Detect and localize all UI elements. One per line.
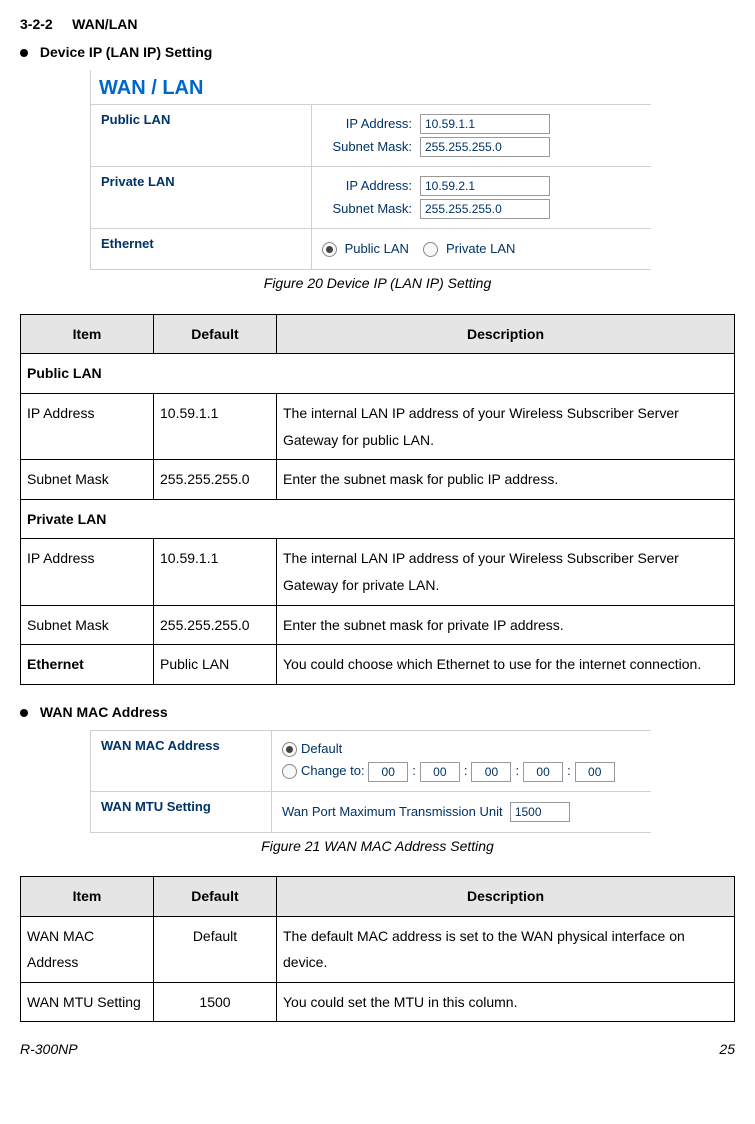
cell-desc: You could set the MTU in this column. [277, 982, 735, 1022]
panel-fields-wan-mac: Default Change to: : : : : [272, 731, 651, 790]
cell-item: Subnet Mask [21, 605, 154, 645]
cell-default: 255.255.255.0 [154, 605, 277, 645]
row-private-lan-header: Private LAN [21, 499, 735, 539]
page-footer: R-300NP 25 [20, 1040, 735, 1060]
panel-row-wan-mac: WAN MAC Address Default Change to: : : :… [91, 730, 651, 790]
panel-fields-ethernet: Public LAN Private LAN [312, 234, 651, 264]
radio-mac-default-label: Default [301, 740, 342, 758]
mtu-text: Wan Port Maximum Transmission Unit [282, 804, 503, 819]
public-lan-ip-input[interactable] [420, 114, 550, 134]
bullet-label: Device IP (LAN IP) Setting [40, 44, 212, 60]
th-description: Description [277, 877, 735, 917]
th-description: Description [277, 314, 735, 354]
mac-2[interactable] [471, 762, 511, 782]
private-lan-ip-input[interactable] [420, 176, 550, 196]
radio-mac-change[interactable] [282, 764, 297, 779]
cell-default: Default [154, 916, 277, 982]
table-wan-mac: Item Default Description WAN MAC Address… [20, 876, 735, 1022]
cell-default: 10.59.1.1 [154, 393, 277, 459]
bullet-icon [20, 49, 28, 57]
private-lan-mask-input[interactable] [420, 199, 550, 219]
mac-1[interactable] [420, 762, 460, 782]
mac-3[interactable] [523, 762, 563, 782]
panel-label-ethernet: Ethernet [91, 229, 312, 269]
th-item: Item [21, 877, 154, 917]
cell-item: IP Address [21, 393, 154, 459]
cell-desc: You could choose which Ethernet to use f… [277, 645, 735, 685]
footer-model: R-300NP [20, 1040, 78, 1060]
panel-fields-public-lan: IP Address: Subnet Mask: [312, 105, 651, 166]
cell-desc: The default MAC address is set to the WA… [277, 916, 735, 982]
radio-mac-default[interactable] [282, 742, 297, 757]
panel-row-wan-mtu: WAN MTU Setting Wan Port Maximum Transmi… [91, 791, 651, 832]
figure20-caption: Figure 20 Device IP (LAN IP) Setting [20, 274, 735, 294]
panel-fields-wan-mtu: Wan Port Maximum Transmission Unit [272, 796, 651, 828]
table-device-ip: Item Default Description Public LAN IP A… [20, 314, 735, 685]
cell-default: 255.255.255.0 [154, 460, 277, 500]
panel-title: WAN / LAN [91, 70, 651, 104]
ip-label: IP Address: [322, 177, 412, 195]
bullet-wan-mac: WAN MAC Address [20, 703, 735, 723]
cell-desc: The internal LAN IP address of your Wire… [277, 393, 735, 459]
panel-label-wan-mtu: WAN MTU Setting [91, 792, 272, 832]
panel-row-ethernet: Ethernet Public LAN Private LAN [91, 228, 651, 269]
bullet-device-ip: Device IP (LAN IP) Setting [20, 43, 735, 63]
cell-item: IP Address [21, 539, 154, 605]
panel-label-private-lan: Private LAN [91, 167, 312, 228]
footer-page: 25 [719, 1040, 735, 1060]
radio-public-lan[interactable] [322, 242, 337, 257]
cell-desc: The internal LAN IP address of your Wire… [277, 539, 735, 605]
cell-item: WAN MTU Setting [21, 982, 154, 1022]
section-heading: 3-2-2 WAN/LAN [20, 15, 735, 35]
public-lan-mask-input[interactable] [420, 137, 550, 157]
panel-row-private-lan: Private LAN IP Address: Subnet Mask: [91, 166, 651, 228]
bullet-label: WAN MAC Address [40, 704, 168, 720]
section-title: WAN/LAN [72, 16, 137, 32]
mac-4[interactable] [575, 762, 615, 782]
cell-desc: Enter the subnet mask for public IP addr… [277, 460, 735, 500]
th-item: Item [21, 314, 154, 354]
cell-desc: Enter the subnet mask for private IP add… [277, 605, 735, 645]
figure-wan-lan-panel: WAN / LAN Public LAN IP Address: Subnet … [90, 70, 651, 270]
cell-default: 10.59.1.1 [154, 539, 277, 605]
cell-default: Public LAN [154, 645, 277, 685]
bullet-icon [20, 709, 28, 717]
cell-item: Subnet Mask [21, 460, 154, 500]
figure-wan-mac-panel: WAN MAC Address Default Change to: : : :… [90, 730, 651, 832]
section-number: 3-2-2 [20, 16, 53, 32]
panel-row-public-lan: Public LAN IP Address: Subnet Mask: [91, 104, 651, 166]
figure21-caption: Figure 21 WAN MAC Address Setting [20, 837, 735, 857]
ip-label: IP Address: [322, 115, 412, 133]
cell-default: 1500 [154, 982, 277, 1022]
panel-fields-private-lan: IP Address: Subnet Mask: [312, 167, 651, 228]
row-public-lan-header: Public LAN [21, 354, 735, 394]
mask-label: Subnet Mask: [322, 200, 412, 218]
mask-label: Subnet Mask: [322, 138, 412, 156]
radio-mac-change-label: Change to: [301, 762, 365, 780]
th-default: Default [154, 877, 277, 917]
cell-item: WAN MAC Address [21, 916, 154, 982]
radio-private-lan-label: Private LAN [446, 241, 515, 256]
radio-public-lan-label: Public LAN [345, 241, 409, 256]
cell-item: Ethernet [21, 645, 154, 685]
panel-label-public-lan: Public LAN [91, 105, 312, 166]
th-default: Default [154, 314, 277, 354]
radio-private-lan[interactable] [423, 242, 438, 257]
mtu-input[interactable] [510, 802, 570, 822]
mac-0[interactable] [368, 762, 408, 782]
panel-label-wan-mac: WAN MAC Address [91, 731, 272, 790]
